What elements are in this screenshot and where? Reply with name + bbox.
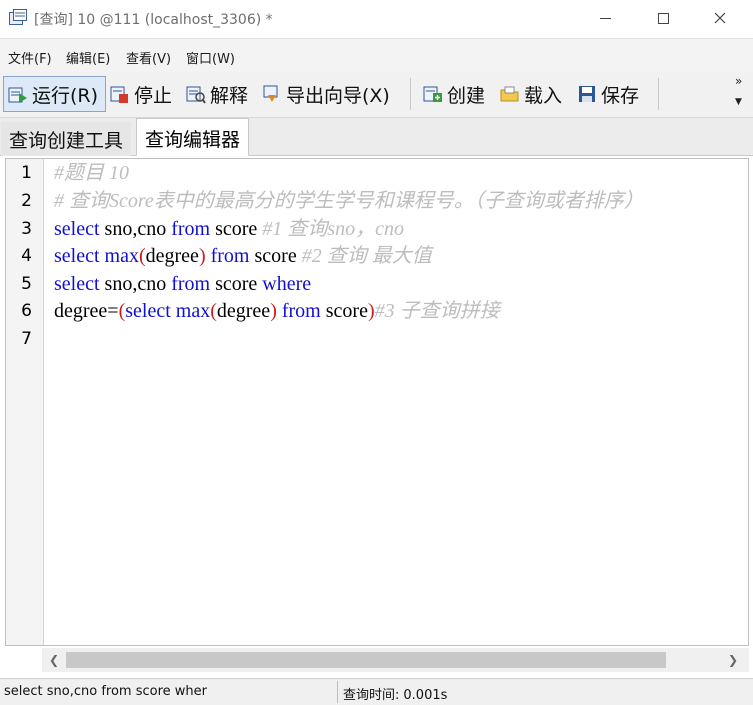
sql-token: degree bbox=[145, 245, 199, 267]
sql-comment: #题目 10 bbox=[54, 162, 129, 184]
sql-keyword: from bbox=[281, 300, 321, 322]
sql-token: degree bbox=[216, 300, 271, 322]
line-number: 3 bbox=[21, 219, 32, 239]
folder-icon bbox=[500, 86, 519, 102]
tab-query-editor[interactable]: 查询编辑器 bbox=[136, 118, 250, 156]
line-number-gutter: 1 2 3 4 5 6 7 bbox=[6, 159, 44, 645]
minimize-icon bbox=[599, 17, 611, 19]
sql-keyword: from bbox=[171, 218, 211, 240]
sql-keyword: max bbox=[104, 245, 139, 267]
scroll-right-arrow-icon[interactable]: ❯ bbox=[725, 651, 741, 669]
status-sql-preview: select sno,cno from score wher bbox=[4, 684, 207, 699]
menu-bar: 文件(F) 编辑(E) 查看(V) 窗口(W) bbox=[0, 38, 753, 72]
sql-comment: # 查询Score表中的最高分的学生学号和课程号。（子查询或者排序） bbox=[54, 190, 644, 212]
sql-token: score bbox=[210, 218, 263, 240]
sql-keyword: select bbox=[54, 273, 100, 295]
status-query-time: 查询时间: 0.001s bbox=[343, 684, 447, 703]
query-time-label: 查询时间: bbox=[343, 688, 400, 703]
menu-view[interactable]: 查看(V) bbox=[126, 48, 171, 67]
sql-keyword: from bbox=[171, 273, 211, 295]
stop-label: 停止 bbox=[134, 84, 173, 107]
create-button[interactable]: 创建 bbox=[423, 76, 485, 112]
code-line[interactable]: select sno,cno from score where bbox=[54, 272, 311, 296]
toolbar-divider bbox=[658, 78, 659, 110]
sql-token: ) bbox=[367, 300, 375, 322]
line-number: 4 bbox=[21, 246, 32, 266]
line-number: 7 bbox=[21, 329, 32, 349]
close-icon bbox=[714, 12, 726, 24]
sql-keyword: max bbox=[175, 300, 211, 322]
sql-comment: #3 子查询拼接 bbox=[374, 300, 500, 322]
sql-token: ( bbox=[138, 245, 146, 267]
explain-label: 解释 bbox=[210, 84, 249, 107]
close-button[interactable] bbox=[697, 0, 743, 36]
toolbar: 运行(R) 停止 解释 导出向导(X) 创建 载入 保存 » ▼ bbox=[0, 72, 753, 118]
title-bar: [查询] 10 @111 (localhost_3306) * bbox=[0, 0, 753, 36]
sql-keyword: select bbox=[54, 218, 100, 240]
run-button[interactable]: 运行(R) bbox=[3, 76, 106, 112]
stop-button[interactable]: 停止 bbox=[110, 76, 172, 112]
sql-keyword: where bbox=[262, 273, 312, 295]
chevron-down-icon: ▼ bbox=[735, 97, 742, 107]
sql-comment: #2 查询 最大值 bbox=[301, 245, 432, 267]
code-line[interactable]: #题目 10 bbox=[54, 161, 129, 185]
run-icon bbox=[8, 87, 27, 103]
sql-token: score bbox=[210, 273, 263, 295]
menu-window[interactable]: 窗口(W) bbox=[186, 48, 235, 67]
save-label: 保存 bbox=[601, 84, 640, 107]
scroll-left-arrow-icon[interactable]: ❮ bbox=[46, 651, 62, 669]
explain-icon bbox=[186, 86, 206, 104]
menu-edit[interactable]: 编辑(E) bbox=[66, 48, 110, 67]
sql-token: ) bbox=[198, 245, 206, 267]
line-number: 1 bbox=[21, 163, 32, 183]
status-divider bbox=[337, 681, 338, 703]
run-label: 运行(R) bbox=[32, 84, 99, 107]
sql-token: sno,cno bbox=[99, 218, 172, 240]
code-line[interactable]: # 查询Score表中的最高分的学生学号和课程号。（子查询或者排序） bbox=[54, 189, 644, 213]
load-label: 载入 bbox=[524, 84, 563, 107]
sql-token: degree= bbox=[54, 300, 119, 322]
sql-token: ) bbox=[270, 300, 277, 322]
create-label: 创建 bbox=[447, 84, 486, 107]
stop-icon bbox=[110, 86, 128, 103]
explain-button[interactable]: 解释 bbox=[186, 76, 248, 112]
query-time-value: 0.001s bbox=[403, 688, 448, 703]
sql-editor[interactable]: 1 2 3 4 5 6 7 #题目 10 # 查询Score表中的最高分的学生学号… bbox=[5, 158, 749, 646]
window-title: [查询] 10 @111 (localhost_3306) * bbox=[34, 12, 273, 28]
line-number: 2 bbox=[21, 191, 32, 211]
horizontal-scrollbar[interactable]: ❮ ❯ bbox=[42, 648, 749, 672]
minimize-button[interactable] bbox=[582, 0, 628, 36]
load-button[interactable]: 载入 bbox=[500, 76, 562, 112]
sql-keyword: from bbox=[210, 245, 250, 267]
save-button[interactable]: 保存 bbox=[577, 76, 639, 112]
tab-bar: 查询创建工具 查询编辑器 bbox=[0, 118, 753, 156]
sql-token: score bbox=[249, 245, 302, 267]
maximize-button[interactable] bbox=[640, 0, 686, 36]
line-number: 6 bbox=[21, 301, 32, 321]
sql-keyword: select bbox=[125, 300, 171, 322]
double-chevron-icon: » bbox=[735, 74, 743, 88]
status-bar: select sno,cno from score wher 查询时间: 0.00… bbox=[0, 678, 753, 705]
code-line[interactable]: select max(degree) from score #2 查询 最大值 bbox=[54, 244, 432, 268]
export-label: 导出向导(X) bbox=[286, 84, 390, 107]
export-wizard-button[interactable]: 导出向导(X) bbox=[262, 76, 390, 112]
sql-comment: #1 查询sno，cno bbox=[262, 218, 404, 240]
tab-query-builder[interactable]: 查询创建工具 bbox=[1, 122, 132, 156]
create-icon bbox=[423, 86, 442, 102]
toolbar-overflow-button[interactable]: » ▼ bbox=[735, 75, 742, 108]
toolbar-divider bbox=[410, 78, 411, 110]
sql-token: ( bbox=[210, 300, 217, 322]
query-window-icon bbox=[9, 9, 27, 25]
code-line[interactable]: select sno,cno from score #1 查询sno，cno bbox=[54, 217, 404, 241]
menu-file[interactable]: 文件(F) bbox=[8, 48, 52, 67]
scrollbar-thumb[interactable] bbox=[66, 652, 666, 668]
sql-token: score bbox=[320, 300, 368, 322]
line-number: 5 bbox=[21, 274, 32, 294]
sql-token: sno,cno bbox=[99, 273, 172, 295]
maximize-icon bbox=[657, 12, 669, 24]
export-icon bbox=[263, 85, 278, 102]
save-icon bbox=[579, 86, 595, 102]
sql-keyword: select bbox=[54, 245, 100, 267]
code-line[interactable]: degree=(select max(degree) from score)#3… bbox=[54, 299, 500, 323]
